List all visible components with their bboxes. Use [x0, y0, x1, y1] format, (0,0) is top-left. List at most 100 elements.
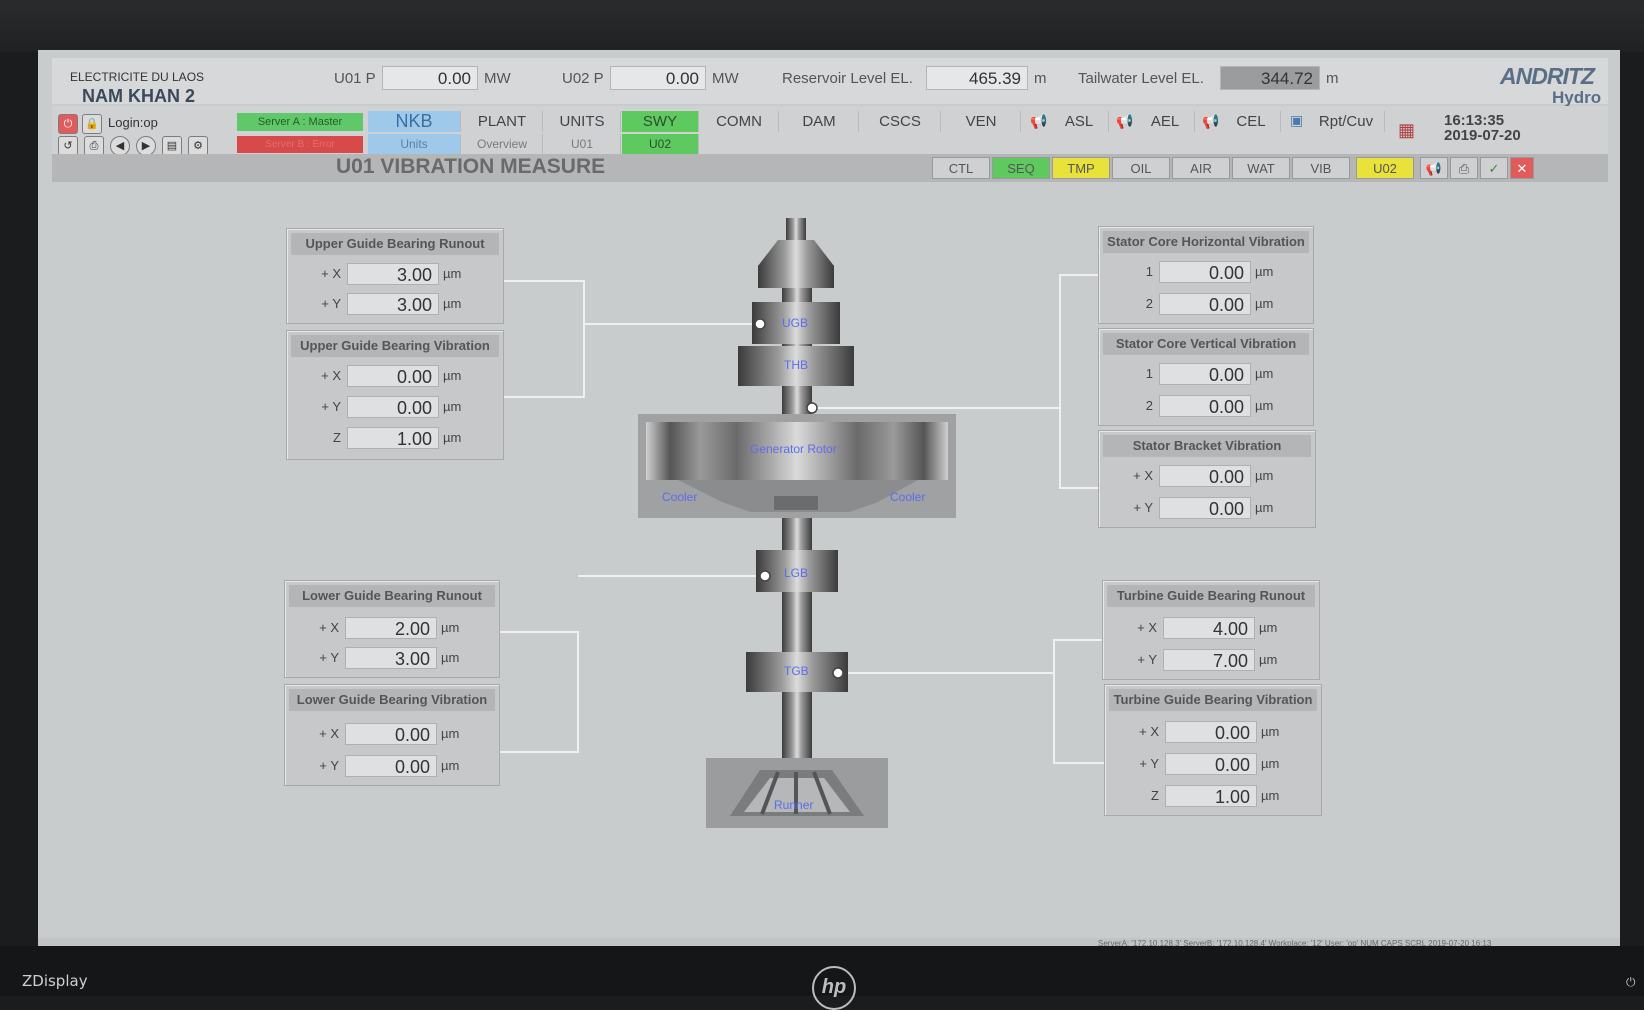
ugb-runout-x-value: 3.00 — [347, 263, 439, 285]
generator-rotor-label: Generator Rotor — [750, 442, 837, 456]
row-unit: µm — [1259, 620, 1278, 635]
stator-horizontal-panel: Stator Core Horizontal Vibration 1 0.00 … — [1098, 226, 1314, 324]
row-unit: µm — [441, 758, 460, 773]
stator-bracket-y-row: + Y 0.00 µm — [1099, 495, 1315, 521]
cooler-right-label: Cooler — [890, 490, 926, 504]
stator-h-1-value: 0.00 — [1159, 261, 1251, 283]
tgb-vibration-y-value: 0.00 — [1165, 753, 1257, 775]
tgb-vibration-x-value: 0.00 — [1165, 721, 1257, 743]
row-label: Z — [333, 430, 341, 445]
ugb-runout-y-row: + Y 3.00 µm — [287, 291, 503, 317]
stator-v-1-value: 0.00 — [1159, 363, 1251, 385]
tgb-vibration-x-row: + X 0.00 µm — [1105, 719, 1321, 745]
exciter-top — [786, 218, 806, 240]
stator-vertical-panel: Stator Core Vertical Vibration 1 0.00 µm… — [1098, 328, 1314, 426]
tgb-runout-x-row: + X 4.00 µm — [1103, 615, 1319, 641]
row-unit: µm — [1259, 652, 1278, 667]
tgb-runout-y-value: 7.00 — [1163, 649, 1255, 671]
hp-logo: hp — [812, 966, 856, 1010]
row-unit: µm — [443, 430, 462, 445]
lgb-runout-y-value: 3.00 — [345, 647, 437, 669]
stator-bracket-x-row: + X 0.00 µm — [1099, 463, 1315, 489]
monitor-brand: ZDisplay — [22, 972, 88, 990]
monitor-power-icon[interactable]: ⏻ — [1626, 975, 1636, 990]
thb-label: THB — [784, 358, 808, 372]
lgb-vibration-x-row: + X 0.00 µm — [285, 721, 499, 747]
row-label: 2 — [1145, 398, 1153, 413]
cooler-left-label: Cooler — [662, 490, 698, 504]
row-label: + Y — [1133, 500, 1153, 515]
ugb-vibration-y-value: 0.00 — [347, 396, 439, 418]
panel-title: Lower Guide Bearing Vibration — [289, 689, 495, 711]
lgb-label: LGB — [784, 566, 809, 580]
stator-bracket-panel: Stator Bracket Vibration + X 0.00 µm + Y… — [1098, 430, 1316, 528]
tgb-runout-x-value: 4.00 — [1163, 617, 1255, 639]
tgb-label: TGB — [784, 664, 809, 678]
scada-screen: ELECTRICITE DU LAOS NAM KHAN 2 U01 P 0.0… — [38, 50, 1620, 950]
panel-title: Turbine Guide Bearing Runout — [1107, 585, 1315, 607]
panel-title: Stator Core Vertical Vibration — [1103, 333, 1309, 355]
lgb-sensor-point — [759, 570, 771, 582]
lgb-runout-y-row: + Y 3.00 µm — [285, 645, 499, 671]
tgb-vibration-z-value: 1.00 — [1165, 785, 1257, 807]
ugb-vibration-y-row: + Y 0.00 µm — [287, 394, 503, 420]
panel-title: Lower Guide Bearing Runout — [289, 585, 495, 607]
lgb-vibration-y-row: + Y 0.00 µm — [285, 753, 499, 779]
stator-v-2-row: 2 0.00 µm — [1099, 393, 1313, 419]
row-unit: µm — [1255, 366, 1274, 381]
stator-bracket-y-value: 0.00 — [1159, 497, 1251, 519]
panel-title: Upper Guide Bearing Vibration — [291, 335, 499, 357]
row-label: + X — [321, 266, 341, 281]
panel-title: Stator Bracket Vibration — [1103, 435, 1311, 457]
stator-v-2-value: 0.00 — [1159, 395, 1251, 417]
row-label: + X — [1133, 468, 1153, 483]
lgb-runout-panel: Lower Guide Bearing Runout + X 2.00 µm +… — [284, 580, 500, 678]
ugb-sensor-point — [754, 318, 766, 330]
exciter-cone — [758, 240, 834, 266]
row-unit: µm — [1255, 296, 1274, 311]
row-label: + Y — [321, 296, 341, 311]
ugb-vibration-z-row: Z 1.00 µm — [287, 425, 503, 451]
ugb-vibration-x-value: 0.00 — [347, 365, 439, 387]
lgb-runout-x-row: + X 2.00 µm — [285, 615, 499, 641]
row-label: Z — [1151, 788, 1159, 803]
ugb-label: UGB — [782, 316, 809, 330]
ugb-vibration-x-row: + X 0.00 µm — [287, 363, 503, 389]
lgb-vibration-y-value: 0.00 — [345, 755, 437, 777]
row-unit: µm — [1255, 398, 1274, 413]
row-unit: µm — [443, 368, 462, 383]
ugb-runout-x-row: + X 3.00 µm — [287, 261, 503, 287]
panel-title: Upper Guide Bearing Runout — [291, 233, 499, 255]
lgb-vibration-x-value: 0.00 — [345, 723, 437, 745]
row-unit: µm — [443, 266, 462, 281]
row-label: + X — [1139, 724, 1159, 739]
tgb-vibration-panel: Turbine Guide Bearing Vibration + X 0.00… — [1104, 684, 1322, 816]
machine-diagram — [500, 218, 1104, 828]
tgb-vibration-y-row: + Y 0.00 µm — [1105, 751, 1321, 777]
row-unit: µm — [441, 650, 460, 665]
tgb-runout-panel: Turbine Guide Bearing Runout + X 4.00 µm… — [1102, 580, 1320, 680]
stator-h-2-value: 0.00 — [1159, 293, 1251, 315]
row-label: + Y — [319, 650, 339, 665]
row-unit: µm — [1261, 788, 1280, 803]
row-label: + Y — [1137, 652, 1157, 667]
row-unit: µm — [1261, 724, 1280, 739]
panel-title: Stator Core Horizontal Vibration — [1103, 231, 1309, 253]
row-unit: µm — [1261, 756, 1280, 771]
monitor-bezel-top — [0, 0, 1644, 52]
thb-sensor-point — [806, 402, 818, 414]
ugb-vibration-panel: Upper Guide Bearing Vibration + X 0.00 µ… — [286, 330, 504, 460]
row-label: + Y — [321, 399, 341, 414]
row-label: 1 — [1145, 264, 1153, 279]
row-unit: µm — [1255, 264, 1274, 279]
row-label: + X — [1137, 620, 1157, 635]
row-label: + X — [321, 368, 341, 383]
ugb-runout-panel: Upper Guide Bearing Runout + X 3.00 µm +… — [286, 228, 504, 324]
row-unit: µm — [443, 296, 462, 311]
row-unit: µm — [441, 726, 460, 741]
row-label: 1 — [1145, 366, 1153, 381]
row-label: + Y — [1139, 756, 1159, 771]
tgb-sensor-point — [832, 667, 844, 679]
stator-v-1-row: 1 0.00 µm — [1099, 361, 1313, 387]
panel-title: Turbine Guide Bearing Vibration — [1109, 689, 1317, 711]
